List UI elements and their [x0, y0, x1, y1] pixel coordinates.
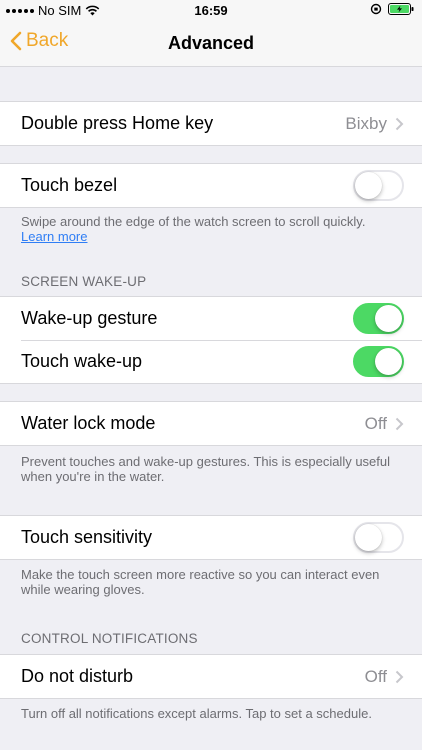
screen-wakeup-header: SCREEN WAKE-UP — [21, 274, 147, 289]
touch-wake-up-row: Touch wake-up — [0, 340, 422, 383]
control-notifications-header: CONTROL NOTIFICATIONS — [21, 631, 198, 646]
water-lock-mode-label: Water lock mode — [21, 413, 156, 433]
touch-sensitivity-toggle[interactable] — [353, 522, 404, 553]
do-not-disturb-footer: Turn off all notifications except alarms… — [21, 706, 372, 721]
touch-sensitivity-footer: Make the touch screen more reactive so y… — [21, 567, 380, 597]
toggle-knob — [355, 172, 382, 199]
battery-charging-icon — [388, 3, 414, 15]
status-time: 16:59 — [194, 3, 228, 18]
chevron-right-icon — [395, 417, 404, 430]
wake-up-gesture-row: Wake-up gesture — [0, 297, 422, 340]
double-press-home-label: Double press Home key — [21, 113, 214, 133]
do-not-disturb-label: Do not disturb — [21, 666, 134, 686]
toggle-knob — [375, 348, 402, 375]
navigation-bar: Back Advanced — [0, 22, 422, 67]
touch-bezel-toggle[interactable] — [353, 170, 404, 201]
control-notifications-group: Do not disturb Off — [0, 654, 422, 699]
double-press-home-value: Bixby — [345, 113, 387, 133]
water-lock-mode-row[interactable]: Water lock mode Off — [0, 402, 422, 445]
page-title: Advanced — [167, 33, 255, 53]
water-lock-footer: Prevent touches and wake-up gestures. Th… — [21, 454, 391, 484]
learn-more-link[interactable]: Learn more — [21, 229, 87, 244]
status-bar: No SIM 16:59 — [0, 0, 422, 22]
touch-wake-up-label: Touch wake-up — [21, 351, 143, 371]
status-right — [370, 3, 414, 15]
toggle-knob — [375, 305, 402, 332]
do-not-disturb-row[interactable]: Do not disturb Off — [0, 655, 422, 698]
screen-wakeup-group: Wake-up gesture Touch wake-up — [0, 296, 422, 384]
touch-bezel-description: Swipe around the edge of the watch scree… — [21, 214, 366, 229]
touch-bezel-group: Touch bezel — [0, 163, 422, 208]
wake-up-gesture-label: Wake-up gesture — [21, 308, 158, 328]
water-lock-mode-value: Off — [364, 413, 387, 433]
touch-sensitivity-label: Touch sensitivity — [21, 527, 153, 547]
chevron-right-icon — [395, 670, 404, 683]
chevron-right-icon — [395, 117, 404, 130]
touch-bezel-footer: Swipe around the edge of the watch scree… — [21, 214, 401, 244]
touch-bezel-label: Touch bezel — [21, 175, 118, 195]
do-not-disturb-value: Off — [364, 666, 387, 686]
touch-wake-up-toggle[interactable] — [353, 346, 404, 377]
water-lock-group: Water lock mode Off — [0, 401, 422, 446]
touch-sensitivity-group: Touch sensitivity — [0, 515, 422, 560]
double-press-group: Double press Home key Bixby — [0, 101, 422, 146]
touch-bezel-row: Touch bezel — [0, 164, 422, 207]
orientation-lock-icon — [370, 3, 382, 15]
wake-up-gesture-toggle[interactable] — [353, 303, 404, 334]
double-press-home-row[interactable]: Double press Home key Bixby — [0, 102, 422, 145]
touch-sensitivity-row: Touch sensitivity — [0, 516, 422, 559]
toggle-knob — [355, 524, 382, 551]
